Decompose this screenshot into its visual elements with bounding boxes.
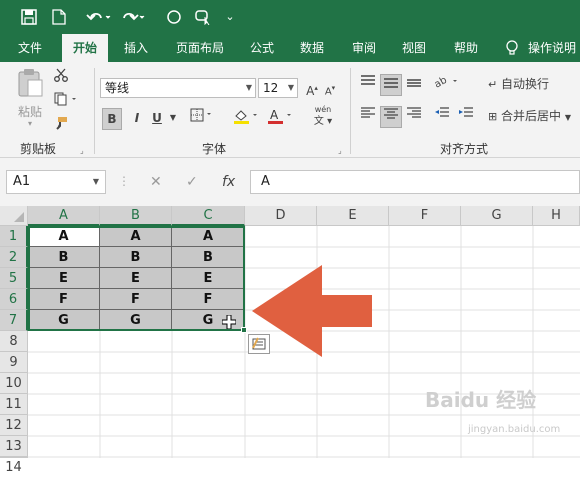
name-box[interactable]: A1 ▼ — [6, 170, 106, 194]
wrap-text-button[interactable]: ↵ 自动换行 — [488, 74, 580, 95]
svg-text:ab: ab — [433, 75, 449, 88]
watermark: Baidu 经验 — [425, 388, 537, 412]
phonetic-icon[interactable]: wén 文 ▾ — [308, 104, 338, 128]
italic-button[interactable]: I — [128, 108, 146, 128]
align-center-icon[interactable] — [380, 106, 402, 128]
shape-select-icon[interactable] — [192, 5, 216, 29]
font-color-icon[interactable]: A — [266, 108, 296, 130]
redo-icon[interactable] — [118, 5, 148, 29]
formula-content: A — [261, 174, 270, 189]
orientation-icon[interactable]: ab — [432, 74, 462, 94]
name-box-value: A1 — [13, 174, 31, 189]
tab-view[interactable]: 视图 — [392, 34, 436, 62]
cancel-icon[interactable]: ✕ — [150, 170, 162, 194]
alignment-group-label: 对齐方式 — [440, 142, 489, 156]
watermark-url: jingyan.baidu.com — [468, 424, 561, 435]
worksheet-grid[interactable]: A B C D E F G H 1 2 5 6 7 8 9 10 11 12 1… — [0, 206, 580, 475]
formula-bar: A1 ▼ ⋮ ✕ ✓ fx A — [0, 158, 580, 206]
clipboard-group-label: 剪贴板 — [20, 142, 57, 156]
lightbulb-icon — [502, 34, 522, 62]
formula-input[interactable]: A — [250, 170, 580, 194]
wrap-text-icon: ↵ — [488, 78, 498, 91]
tab-data[interactable]: 数据 — [290, 34, 334, 62]
svg-text:A: A — [270, 108, 279, 122]
font-size-select[interactable]: 12 ▼ — [258, 78, 298, 98]
paste-button[interactable]: 粘贴 ▾ — [10, 68, 50, 134]
tab-help[interactable]: 帮助 — [444, 34, 488, 62]
insert-function-icon[interactable]: fx — [222, 170, 235, 194]
increase-font-size-button[interactable]: A▴ — [304, 78, 320, 101]
tab-file[interactable]: 文件 — [8, 34, 52, 62]
drag-handle-icon[interactable]: ⋮ — [118, 174, 130, 188]
tab-formulas[interactable]: 公式 — [240, 34, 284, 62]
align-top-icon[interactable] — [358, 74, 378, 94]
ribbon-tabs: 文件 开始 插入 页面布局 公式 数据 审阅 视图 帮助 操作说明 — [0, 34, 580, 62]
chevron-down-icon: ▼ — [564, 113, 572, 122]
bold-button[interactable]: B — [102, 108, 122, 130]
undo-icon[interactable] — [84, 5, 114, 29]
customize-qat-icon[interactable]: ⌄ — [222, 5, 238, 29]
fill-handle[interactable] — [241, 327, 247, 333]
font-group-label: 字体 — [202, 142, 227, 156]
decrease-font-size-button[interactable]: A▾ — [322, 78, 338, 102]
annotation-arrow-icon — [252, 265, 372, 357]
paste-label: 粘贴 — [17, 105, 42, 119]
tab-home[interactable]: 开始 — [62, 34, 108, 62]
dialog-launcher-icon[interactable]: ⌟ — [338, 146, 342, 155]
align-right-icon[interactable] — [404, 106, 424, 126]
cut-icon[interactable] — [52, 68, 70, 88]
font-name-select[interactable]: 等线 ▼ — [100, 78, 256, 98]
chevron-down-icon: ▼ — [287, 83, 294, 92]
format-painter-icon[interactable] — [52, 116, 70, 136]
circle-icon[interactable] — [164, 5, 184, 29]
font-size-value: 12 — [263, 81, 279, 95]
tab-insert[interactable]: 插入 — [114, 34, 158, 62]
fill-color-icon[interactable] — [232, 108, 262, 130]
tab-page-layout[interactable]: 页面布局 — [168, 34, 232, 62]
merge-center-button[interactable]: ⊞ 合并后居中 ▼ — [488, 106, 580, 128]
enter-icon[interactable]: ✓ — [186, 170, 198, 194]
underline-button[interactable]: U — [148, 108, 166, 128]
new-file-icon[interactable] — [48, 5, 70, 29]
merge-center-icon: ⊞ — [488, 110, 498, 123]
chevron-down-icon[interactable]: ▼ — [168, 108, 178, 128]
font-name-value: 等线 — [105, 81, 130, 95]
save-icon[interactable] — [18, 5, 40, 29]
increase-indent-icon[interactable] — [456, 106, 476, 126]
tab-tell-me[interactable]: 操作说明 — [528, 34, 580, 62]
align-left-icon[interactable] — [358, 106, 378, 126]
copy-icon[interactable] — [52, 92, 82, 112]
cursor-move-icon — [221, 314, 237, 330]
merge-center-label: 合并后居中 — [501, 109, 562, 123]
borders-icon[interactable] — [188, 108, 216, 128]
ribbon-home: 粘贴 ▾ 剪贴板 ⌟ 等线 ▼ 12 ▼ A▴ A▾ B I U ▼ A wén… — [0, 62, 580, 158]
wrap-text-label: 自动换行 — [501, 77, 550, 91]
align-bottom-icon[interactable] — [404, 74, 424, 94]
chevron-down-icon: ▼ — [92, 177, 99, 186]
quick-access-toolbar: ⌄ — [0, 0, 580, 34]
clipboard-icon — [18, 69, 43, 97]
dialog-launcher-icon[interactable]: ⌟ — [80, 146, 84, 155]
tab-review[interactable]: 审阅 — [342, 34, 386, 62]
decrease-indent-icon[interactable] — [432, 106, 452, 126]
align-middle-icon[interactable] — [380, 74, 402, 96]
chevron-down-icon: ▼ — [245, 83, 252, 92]
